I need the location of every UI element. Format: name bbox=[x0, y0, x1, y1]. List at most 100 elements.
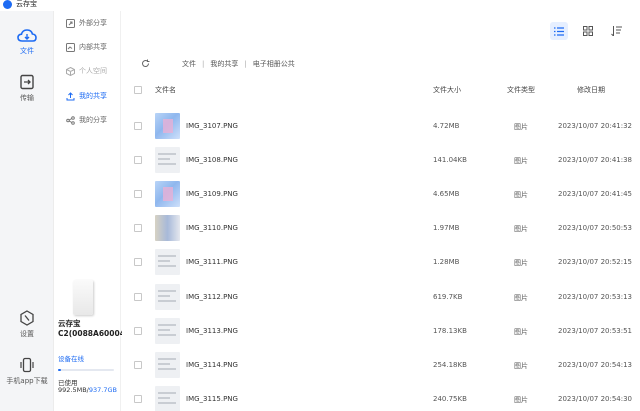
file-size: 254.18KB bbox=[433, 361, 467, 369]
sidebar-item-label: 外部分享 bbox=[79, 19, 107, 27]
file-thumbnail bbox=[155, 249, 180, 275]
file-size: 1.28MB bbox=[433, 258, 460, 266]
row-checkbox[interactable] bbox=[134, 122, 142, 130]
nav-files[interactable]: 文件 bbox=[0, 29, 54, 56]
file-date: 2023/10/07 20:53:13 bbox=[558, 293, 633, 301]
sidebar-item-external-share[interactable]: 外部分享 bbox=[65, 16, 107, 30]
sidebar-item-label: 我的分享 bbox=[79, 116, 107, 124]
row-checkbox[interactable] bbox=[134, 156, 142, 164]
file-name: IMG_3114.PNG bbox=[186, 361, 238, 369]
file-thumbnail bbox=[155, 215, 180, 241]
file-thumbnail bbox=[155, 147, 180, 173]
column-header-date[interactable]: 修改日期 bbox=[577, 85, 605, 95]
file-size: 240.75KB bbox=[433, 395, 467, 403]
table-row[interactable]: IMG_3107.PNG 4.72MB 图片 2023/10/07 20:41:32 bbox=[122, 109, 640, 143]
nav-files-label: 文件 bbox=[20, 47, 34, 55]
grid-view-button[interactable] bbox=[579, 22, 597, 40]
file-name: IMG_3111.PNG bbox=[186, 258, 238, 266]
file-type: 图片 bbox=[514, 259, 528, 267]
app-logo-icon bbox=[3, 0, 12, 9]
file-name: IMG_3113.PNG bbox=[186, 327, 238, 335]
file-name: IMG_3109.PNG bbox=[186, 190, 238, 198]
cube-icon bbox=[65, 66, 75, 76]
sidebar-item-personal-space[interactable]: 个人空间 bbox=[65, 64, 107, 78]
table-row[interactable]: IMG_3114.PNG 254.18KB 图片 2023/10/07 20:54:1… bbox=[122, 348, 640, 382]
storage-used-value: 992.5MB/937.7GB bbox=[58, 386, 117, 394]
sidebar-item-label: 个人空间 bbox=[79, 67, 107, 75]
file-type: 图片 bbox=[514, 123, 528, 131]
breadcrumb-separator-icon: | bbox=[244, 60, 247, 68]
sidebar-item-label: 内部共享 bbox=[79, 43, 107, 51]
file-type: 图片 bbox=[514, 396, 528, 404]
file-size: 619.7KB bbox=[433, 293, 463, 301]
nav-transfer-label: 传输 bbox=[20, 94, 34, 102]
table-row[interactable]: IMG_3110.PNG 1.97MB 图片 2023/10/07 20:50:53 bbox=[122, 211, 640, 245]
file-type: 图片 bbox=[514, 157, 528, 165]
nav-app-download[interactable]: 手机app下载 bbox=[0, 357, 54, 386]
table-row[interactable]: IMG_3115.PNG 240.75KB 图片 2023/10/07 20:54:3… bbox=[122, 382, 640, 411]
file-name: IMG_3110.PNG bbox=[186, 224, 238, 232]
column-header-type[interactable]: 文件类型 bbox=[507, 85, 535, 95]
row-checkbox[interactable] bbox=[134, 361, 142, 369]
nav-transfer[interactable]: 传输 bbox=[0, 74, 54, 103]
breadcrumb-item-my-shared[interactable]: 我的共享 bbox=[210, 59, 238, 69]
file-date: 2023/10/07 20:52:15 bbox=[558, 258, 633, 266]
file-name: IMG_3115.PNG bbox=[186, 395, 238, 403]
file-date: 2023/10/07 20:50:53 bbox=[558, 224, 633, 232]
nav-settings[interactable]: 设置 bbox=[0, 310, 54, 339]
select-all-checkbox[interactable] bbox=[134, 86, 142, 94]
table-row[interactable]: IMG_3111.PNG 1.28MB 图片 2023/10/07 20:52:15 bbox=[122, 245, 640, 279]
file-date: 2023/10/07 20:54:13 bbox=[558, 361, 633, 369]
column-header-name[interactable]: 文件名 bbox=[155, 85, 176, 95]
share-in-icon bbox=[65, 42, 75, 52]
device-name: 云存宝C2(0088A600042C) bbox=[58, 319, 140, 338]
list-view-button[interactable] bbox=[550, 22, 568, 40]
storage-usage-bar bbox=[58, 369, 114, 371]
device-status: 设备在线 bbox=[58, 355, 84, 363]
file-thumbnail bbox=[155, 284, 180, 310]
phone-icon bbox=[20, 357, 34, 373]
file-date: 2023/10/07 20:41:32 bbox=[558, 122, 633, 130]
breadcrumb-item-files[interactable]: 文件 bbox=[182, 59, 196, 69]
refresh-icon bbox=[142, 59, 150, 67]
file-name: IMG_3107.PNG bbox=[186, 122, 238, 130]
table-row[interactable]: IMG_3113.PNG 178.13KB 图片 2023/10/07 20:53:5… bbox=[122, 314, 640, 348]
row-checkbox[interactable] bbox=[134, 224, 142, 232]
file-size: 178.13KB bbox=[433, 327, 467, 335]
file-type: 图片 bbox=[514, 328, 528, 336]
settings-icon bbox=[20, 310, 34, 326]
file-type: 图片 bbox=[514, 191, 528, 199]
breadcrumb-separator-icon: | bbox=[202, 60, 205, 68]
sort-icon bbox=[610, 26, 622, 36]
device-image bbox=[73, 280, 93, 315]
row-checkbox[interactable] bbox=[134, 395, 142, 403]
row-checkbox[interactable] bbox=[134, 258, 142, 266]
breadcrumb-bar: 文件 | 我的共享 | 电子相册公共 bbox=[122, 55, 640, 73]
file-thumbnail bbox=[155, 113, 180, 139]
file-name: IMG_3108.PNG bbox=[186, 156, 238, 164]
share-sidebar: 外部分享 内部共享 个人空间 我的共享 我的分享 bbox=[55, 11, 121, 411]
refresh-button[interactable] bbox=[141, 59, 150, 70]
column-header-size[interactable]: 文件大小 bbox=[433, 85, 461, 95]
table-row[interactable]: IMG_3112.PNG 619.7KB 图片 2023/10/07 20:53:13 bbox=[122, 280, 640, 314]
file-thumbnail bbox=[155, 386, 180, 411]
file-date: 2023/10/07 20:54:30 bbox=[558, 395, 633, 403]
cloud-icon bbox=[17, 29, 37, 42]
nav-settings-label: 设置 bbox=[20, 330, 34, 338]
row-checkbox[interactable] bbox=[134, 293, 142, 301]
table-row[interactable]: IMG_3108.PNG 141.04KB 图片 2023/10/07 20:41:3… bbox=[122, 143, 640, 177]
list-view-icon bbox=[554, 26, 564, 36]
sidebar-item-internal-share[interactable]: 内部共享 bbox=[65, 40, 107, 54]
file-size: 4.65MB bbox=[433, 190, 460, 198]
row-checkbox[interactable] bbox=[134, 190, 142, 198]
title-bar: 云存宝 bbox=[0, 0, 640, 10]
sidebar-item-my-sharing[interactable]: 我的分享 bbox=[65, 113, 107, 127]
row-checkbox[interactable] bbox=[134, 327, 142, 335]
file-date: 2023/10/07 20:53:51 bbox=[558, 327, 633, 335]
table-row[interactable]: IMG_3109.PNG 4.65MB 图片 2023/10/07 20:41:45 bbox=[122, 177, 640, 211]
file-thumbnail bbox=[155, 318, 180, 344]
sidebar-item-my-shared[interactable]: 我的共享 bbox=[65, 89, 107, 103]
sort-button[interactable] bbox=[607, 22, 625, 40]
storage-used-amount: 992.5MB/ bbox=[58, 386, 89, 394]
app-title: 云存宝 bbox=[16, 0, 37, 8]
